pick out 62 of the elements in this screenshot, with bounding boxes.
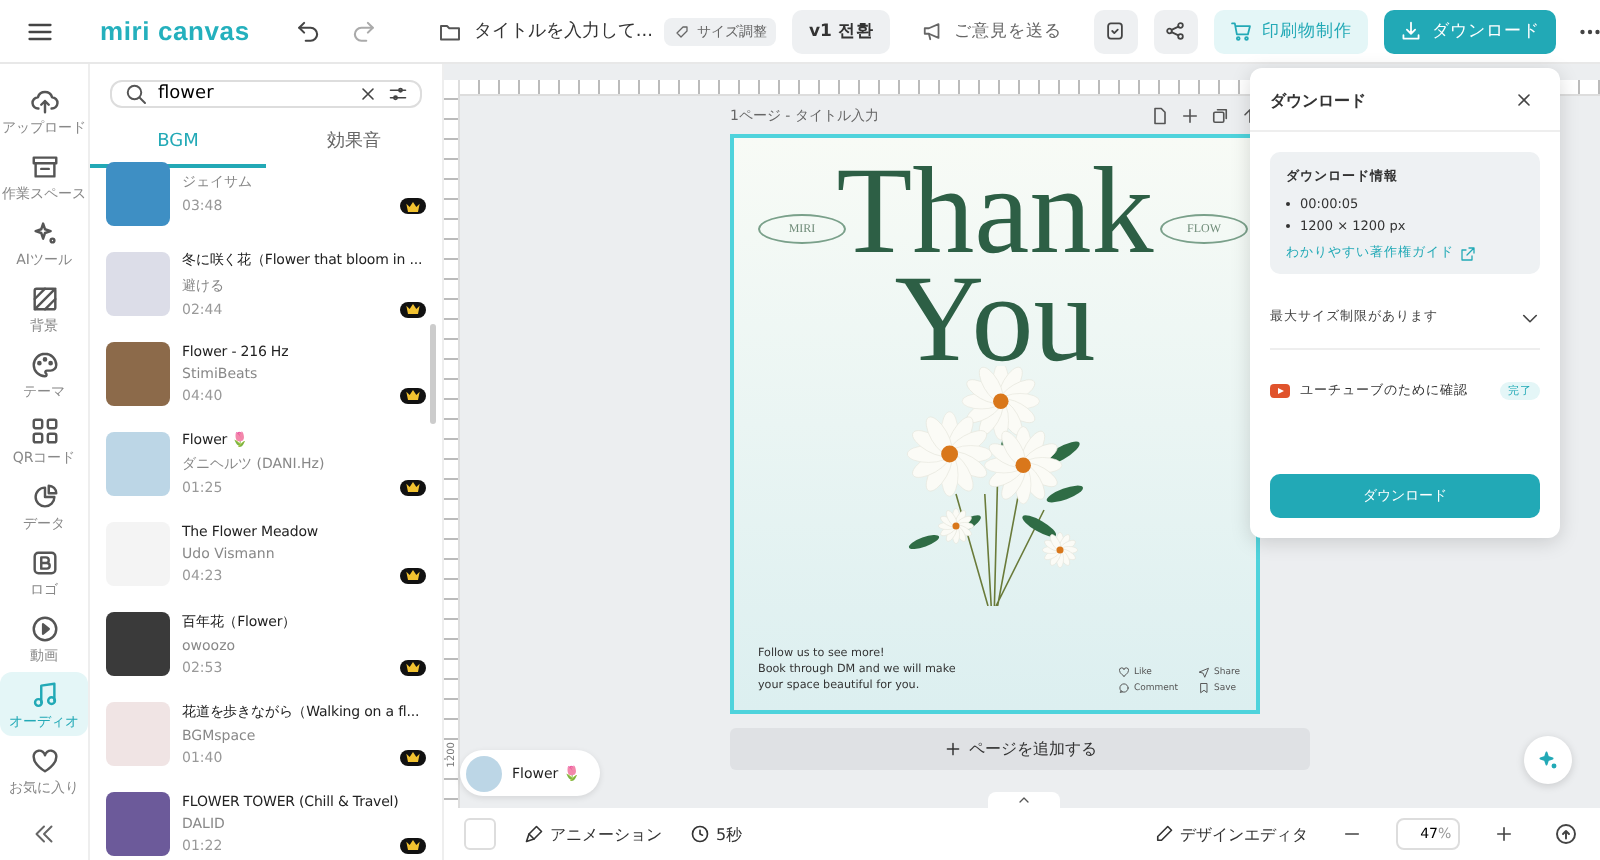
undo-icon <box>295 18 322 44</box>
duplicate-icon <box>1210 105 1230 125</box>
ai-assistant-button[interactable] <box>1524 736 1572 784</box>
archive-box-icon <box>29 151 59 181</box>
bookmark-icon <box>1198 682 1210 694</box>
external-link-icon <box>1460 245 1476 261</box>
add-icon <box>1180 105 1200 125</box>
qr-code-icon <box>29 415 59 445</box>
sparkle-icon <box>29 217 59 247</box>
music-note-icon <box>29 679 59 709</box>
cart-icon <box>1229 20 1252 42</box>
comment-icon <box>1117 682 1130 694</box>
share-button[interactable] <box>1153 9 1198 53</box>
download-icon <box>1399 20 1422 42</box>
help-icon <box>1554 822 1578 846</box>
pen-icon <box>1154 824 1174 844</box>
play-circle-icon <box>29 613 59 643</box>
close-icon <box>1514 90 1534 110</box>
tag-icon <box>674 23 691 39</box>
save-button[interactable] <box>1093 9 1138 53</box>
video-play-icon <box>1270 384 1290 398</box>
letter-b-icon <box>29 547 59 577</box>
heart-icon <box>1117 666 1130 678</box>
timer-icon <box>690 824 710 844</box>
app-logo: miri canvas <box>100 16 250 46</box>
sparkle-icon <box>1536 748 1560 772</box>
filter-icon <box>388 84 408 104</box>
cloud-upload-icon <box>29 85 59 115</box>
album-art-placeholder[interactable] <box>106 341 170 405</box>
heart-icon <box>29 745 59 775</box>
send-icon <box>1198 666 1210 678</box>
add-page-button[interactable]: ページを追加する <box>730 728 1310 770</box>
pie-chart-icon <box>29 481 59 511</box>
brush-icon <box>524 824 544 844</box>
plus-icon <box>943 740 961 758</box>
headline-text: You <box>894 266 1096 374</box>
double-chevron-left-icon <box>32 822 56 846</box>
folder-icon <box>437 19 462 43</box>
panel-title: ダウンロード <box>1270 89 1366 111</box>
share-icon <box>1164 20 1187 42</box>
palette-icon <box>29 349 59 379</box>
album-art-placeholder[interactable] <box>106 791 170 855</box>
hatched-square-icon <box>29 283 59 313</box>
category-tab[interactable]: 効果音 <box>266 116 442 168</box>
search-bar[interactable]: flower <box>110 80 422 108</box>
design-editor-button[interactable]: デザインエディタ <box>1154 823 1308 845</box>
plus-icon <box>1494 824 1514 844</box>
caret-up-icon <box>1016 792 1032 808</box>
search-icon <box>124 82 148 106</box>
document-title[interactable]: タイトルを入力して... <box>473 18 653 44</box>
color-swatch[interactable] <box>464 818 496 850</box>
close-icon <box>358 84 378 104</box>
redo-icon <box>349 18 376 44</box>
duration-button[interactable]: 5秒 <box>690 823 743 845</box>
version-switch-button[interactable]: v1 전환 <box>792 9 890 53</box>
save-icon <box>1104 20 1127 42</box>
animation-button[interactable]: アニメーション <box>524 823 662 845</box>
album-art-placeholder[interactable] <box>106 611 170 675</box>
megaphone-icon <box>921 20 944 42</box>
page-icon <box>1150 105 1170 125</box>
download-button[interactable]: ダウンロード <box>1383 9 1556 53</box>
feedback-button[interactable]: ご意見を送る <box>905 9 1078 53</box>
